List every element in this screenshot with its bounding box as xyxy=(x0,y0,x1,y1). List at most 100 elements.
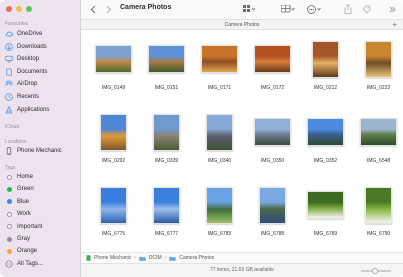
more-icon xyxy=(307,4,321,14)
sidebar-item-onedrive[interactable]: OneDrive xyxy=(5,29,42,39)
sidebar-item-label: AirDrop xyxy=(17,81,38,88)
file-item[interactable]: IMG_0350 xyxy=(246,104,299,174)
photo-thumbnail xyxy=(201,45,238,73)
new-tab-button[interactable]: + xyxy=(392,20,397,29)
toolbar-overflow-button[interactable] xyxy=(387,4,397,14)
tag-label: Green xyxy=(17,186,34,193)
file-item[interactable]: IMG_6790 xyxy=(352,177,403,247)
file-name: IMG_0171 xyxy=(207,85,232,91)
photo-thumbnail xyxy=(365,41,392,78)
photo-thumbnail xyxy=(365,187,392,224)
photo-thumbnail xyxy=(259,187,286,224)
sidebar-item-documents[interactable]: Documents xyxy=(5,67,47,77)
path-segment[interactable]: Phone Mechanic xyxy=(86,255,131,261)
icloud-heading: iCloud xyxy=(5,124,20,130)
phone-icon xyxy=(86,255,91,261)
file-item[interactable]: IMG_6788 xyxy=(246,177,299,247)
tag-color-dot xyxy=(7,186,12,192)
file-item[interactable]: IMG_0292 xyxy=(87,104,140,174)
tag-label: Home xyxy=(17,174,34,180)
action-button[interactable] xyxy=(305,4,323,14)
sidebar-item-label: Recents xyxy=(17,94,40,100)
path-segment[interactable]: DCIM xyxy=(139,255,162,261)
tags-heading: Tags xyxy=(5,165,16,171)
tag-label: Blue xyxy=(17,198,30,205)
file-item[interactable]: IMG_0352 xyxy=(299,104,352,174)
path-segment[interactable]: Camera Photos xyxy=(169,255,214,261)
sidebar-item-label: Desktop xyxy=(17,56,40,63)
clock-icon xyxy=(5,93,13,101)
sidebar-item-desktop[interactable]: Desktop xyxy=(5,54,39,64)
file-name: IMG_0151 xyxy=(154,85,179,91)
tag-all-tags[interactable]: All Tags... xyxy=(5,259,43,269)
minimize-window-button[interactable] xyxy=(16,6,22,12)
file-name: IMG_0222 xyxy=(366,85,391,91)
tag-work[interactable]: Work xyxy=(5,209,31,219)
file-item[interactable]: IMG_6785 xyxy=(193,177,246,247)
sidebar-item-recents[interactable]: Recents xyxy=(5,92,39,102)
photo-thumbnail xyxy=(307,191,344,219)
sidebar-item-phone-mechanic[interactable]: Phone Mechanic xyxy=(5,146,62,156)
file-item[interactable]: IMG_6775 xyxy=(87,177,140,247)
view-options-button[interactable] xyxy=(241,4,257,14)
file-item[interactable]: IMG_6789 xyxy=(299,177,352,247)
file-grid: IMG_0149 IMG_0151 IMG_0171 IMG_0172 IMG_0212… xyxy=(82,31,403,252)
file-item[interactable]: IMG_0340 xyxy=(193,104,246,174)
sidebar-item-applications[interactable]: Applications xyxy=(5,105,49,115)
path-segment-label: DCIM xyxy=(148,255,162,261)
file-item[interactable]: IMG_0212 xyxy=(299,31,352,101)
forward-button[interactable] xyxy=(105,4,113,14)
tag-button[interactable] xyxy=(361,4,371,14)
tag-home[interactable]: Home xyxy=(5,172,33,182)
file-item[interactable]: IMG_0149 xyxy=(87,31,140,101)
back-button[interactable] xyxy=(89,4,97,14)
tag-gray[interactable]: Gray xyxy=(5,234,30,244)
photo-thumbnail xyxy=(95,45,132,73)
file-name: IMG_6548 xyxy=(366,158,391,164)
file-name: IMG_0350 xyxy=(260,158,285,164)
photo-thumbnail xyxy=(148,45,185,73)
file-item[interactable]: IMG_0339 xyxy=(140,104,193,174)
file-name: IMG_6788 xyxy=(260,231,285,237)
tab-camera-photos[interactable]: Camera Photos xyxy=(81,22,403,28)
tab-bar: Camera Photos + xyxy=(81,19,403,30)
sidebar-item-downloads[interactable]: Downloads xyxy=(5,42,47,52)
file-name: IMG_6777 xyxy=(154,231,179,237)
sidebar-item-label: Downloads xyxy=(17,43,47,50)
sidebar-item-airdrop[interactable]: AirDrop xyxy=(5,79,37,89)
file-name: IMG_6775 xyxy=(101,231,126,237)
status-bar: 77 items, 21.65 GB available xyxy=(81,263,403,277)
chevron-double-right-icon xyxy=(389,6,396,12)
tag-important[interactable]: Important xyxy=(5,222,42,232)
tag-icon xyxy=(361,5,370,14)
slider-knob[interactable] xyxy=(371,268,378,274)
download-icon xyxy=(5,42,13,51)
sidebar-item-label: Applications xyxy=(17,106,50,113)
file-name: IMG_0339 xyxy=(154,158,179,164)
photo-thumbnail xyxy=(312,41,339,78)
photo-thumbnail xyxy=(100,187,127,224)
path-segment-label: Camera Photos xyxy=(179,255,215,261)
file-item[interactable]: IMG_0172 xyxy=(246,31,299,101)
group-button[interactable] xyxy=(279,4,297,14)
photo-thumbnail xyxy=(254,118,291,146)
tag-color-dot xyxy=(7,199,12,205)
close-window-button[interactable] xyxy=(6,6,12,12)
file-item[interactable]: IMG_6777 xyxy=(140,177,193,247)
share-button[interactable] xyxy=(343,4,353,14)
file-item[interactable]: IMG_0151 xyxy=(140,31,193,101)
tag-blue[interactable]: Blue xyxy=(5,197,29,207)
tag-color-dot xyxy=(7,211,12,217)
sidebar-item-label: Phone Mechanic xyxy=(17,148,62,154)
tag-green[interactable]: Green xyxy=(5,184,34,194)
tag-orange[interactable]: Orange xyxy=(5,246,37,256)
window-controls xyxy=(6,6,32,12)
file-item[interactable]: IMG_6548 xyxy=(352,104,403,174)
path-segment-label: Phone Mechanic xyxy=(94,255,132,261)
icon-size-slider[interactable] xyxy=(361,268,391,274)
file-name: IMG_0212 xyxy=(313,85,338,91)
file-name: IMG_0149 xyxy=(101,85,126,91)
file-item[interactable]: IMG_0222 xyxy=(352,31,403,101)
zoom-window-button[interactable] xyxy=(26,6,32,12)
file-item[interactable]: IMG_0171 xyxy=(193,31,246,101)
